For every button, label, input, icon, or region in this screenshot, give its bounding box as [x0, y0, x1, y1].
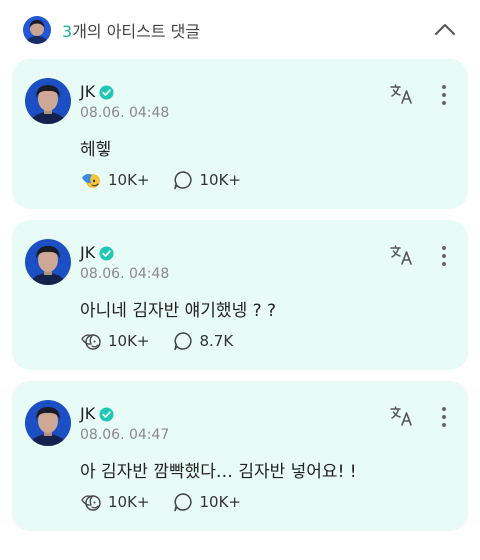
verified-badge-icon	[99, 406, 114, 422]
reaction-count: 10K+	[108, 332, 150, 350]
artist-comments-title: 3개의 아티스트 댓글	[62, 18, 200, 42]
more-options-icon[interactable]	[439, 405, 449, 429]
comment-timestamp: 08.06. 04:47	[80, 427, 170, 443]
comment-bubble-icon	[172, 330, 194, 352]
author-name[interactable]: JK	[80, 244, 95, 262]
comment-stats: 10K+ 10K+	[80, 169, 241, 191]
comment-text: 아니네 김자반 얘기했넹 ? ?	[80, 301, 277, 321]
reply-button[interactable]: 8.7K	[172, 330, 234, 352]
artist-comments-page: 3개의 아티스트 댓글 JK 08.06. 04:48 헤헿 10K+ 10K+…	[0, 0, 480, 560]
author-name[interactable]: JK	[80, 405, 95, 423]
comment-card: JK 08.06. 04:47 아 김자반 깜빡했다… 김자반 넣어요! ! 1…	[12, 381, 468, 531]
author-name[interactable]: JK	[80, 83, 95, 101]
comment-timestamp: 08.06. 04:48	[80, 266, 170, 282]
reply-count: 10K+	[199, 493, 242, 511]
artist-avatar	[23, 16, 51, 44]
reaction-button[interactable]: 10K+	[80, 491, 150, 513]
author-row: JK	[80, 405, 114, 423]
translate-icon[interactable]	[389, 244, 415, 266]
chevron-up-icon[interactable]	[432, 18, 458, 40]
artist-comments-count: 3	[62, 22, 73, 41]
reaction-button[interactable]: 10K+	[80, 330, 150, 352]
reply-button[interactable]: 10K+	[172, 169, 242, 191]
comment-card: JK 08.06. 04:48 헤헿 10K+ 10K+	[12, 59, 468, 209]
reply-count: 10K+	[199, 171, 242, 189]
reaction-count: 10K+	[108, 493, 150, 511]
comment-bubble-icon	[172, 169, 194, 191]
more-options-icon[interactable]	[439, 83, 449, 107]
artist-comments-label: 개의 아티스트 댓글	[72, 22, 201, 41]
comment-timestamp: 08.06. 04:48	[80, 105, 170, 121]
author-avatar[interactable]	[25, 239, 71, 285]
verified-badge-icon	[99, 245, 114, 261]
translate-icon[interactable]	[389, 405, 415, 427]
author-row: JK	[80, 83, 114, 101]
reaction-outline-icon	[80, 491, 102, 513]
comment-card: JK 08.06. 04:48 아니네 김자반 얘기했넹 ? ? 10K+ 8.…	[12, 220, 468, 370]
verified-badge-icon	[99, 84, 114, 100]
author-avatar[interactable]	[25, 400, 71, 446]
author-avatar[interactable]	[25, 78, 71, 124]
comment-text: 헤헿	[80, 140, 112, 160]
reaction-button[interactable]: 10K+	[80, 169, 150, 191]
translate-icon[interactable]	[389, 83, 415, 105]
comment-stats: 10K+ 10K+	[80, 491, 241, 513]
reaction-count: 10K+	[108, 171, 150, 189]
more-options-icon[interactable]	[439, 244, 449, 268]
comment-stats: 10K+ 8.7K	[80, 330, 233, 352]
comment-bubble-icon	[172, 491, 194, 513]
reply-button[interactable]: 10K+	[172, 491, 242, 513]
author-row: JK	[80, 244, 114, 262]
comment-text: 아 김자반 깜빡했다… 김자반 넣어요! !	[80, 462, 357, 482]
artist-comments-header[interactable]: 3개의 아티스트 댓글	[0, 0, 480, 58]
reply-count: 8.7K	[199, 332, 234, 350]
colored-reaction-icon	[80, 169, 102, 191]
reaction-outline-icon	[80, 330, 102, 352]
